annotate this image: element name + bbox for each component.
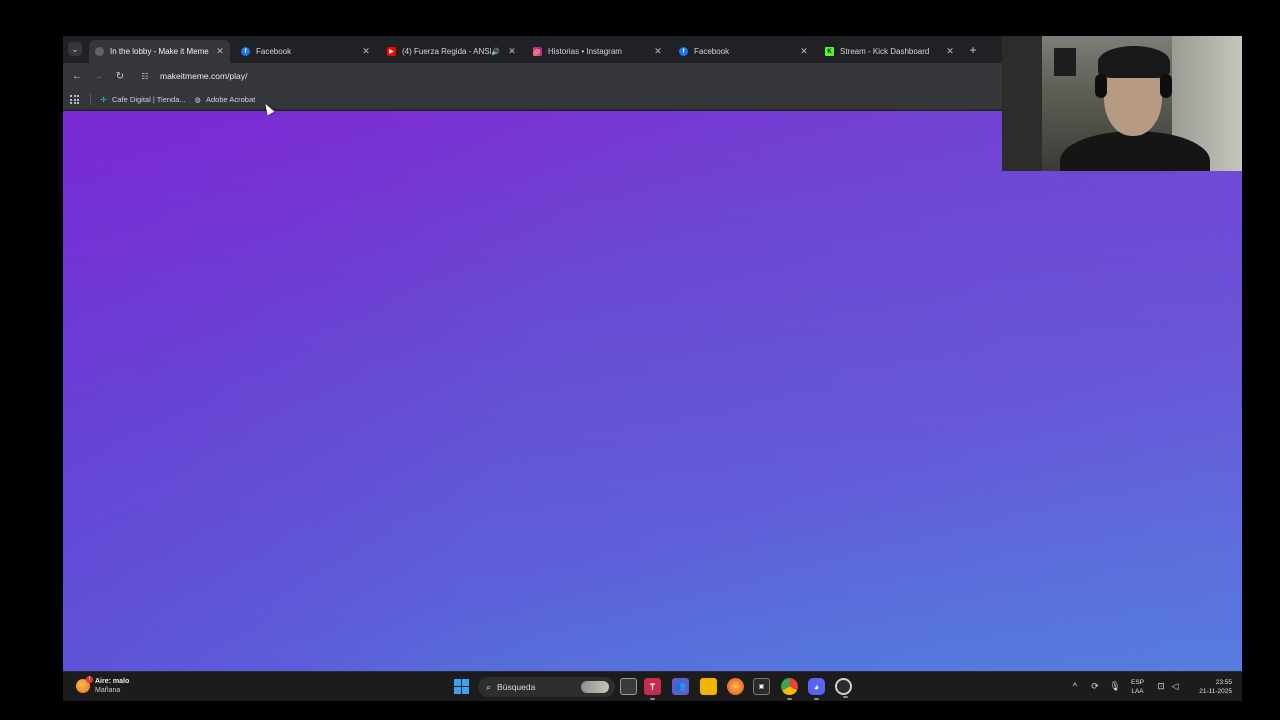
tab-search-button[interactable]: ⌄	[68, 42, 82, 56]
tab-instagram[interactable]: ◎ Historias • Instagram ✕	[527, 40, 668, 63]
weather-icon: !	[76, 676, 93, 693]
back-button[interactable]: ←	[69, 68, 85, 84]
speaker-icon[interactable]: 🔊	[491, 48, 500, 56]
gradient-overlay	[63, 111, 1242, 671]
webcam-overlay	[1002, 36, 1242, 171]
bookmark-adobe-acrobat[interactable]: ◍ Adobe Acrobat	[193, 93, 255, 106]
discord-icon[interactable]: ◕	[808, 678, 825, 700]
address-bar[interactable]: ☷ makeitmeme.com/play/	[138, 67, 998, 85]
cap	[1098, 46, 1170, 78]
kick-icon: K	[825, 47, 834, 56]
cafe-digital-icon: ✣	[100, 96, 107, 104]
plus-icon: +	[969, 43, 977, 57]
adobe-acrobat-icon: ◍	[194, 96, 201, 104]
url-text: makeitmeme.com/play/	[160, 71, 248, 81]
reload-icon: ↻	[115, 70, 125, 82]
microphone-icon[interactable]: 🎙	[1109, 681, 1121, 692]
close-icon[interactable]: ✕	[944, 46, 956, 57]
sync-icon[interactable]: ⟳	[1089, 681, 1101, 692]
bookmark-separator	[90, 94, 91, 105]
facebook-icon: f	[679, 47, 688, 56]
alert-badge: !	[86, 676, 93, 683]
bookmark-label: Adobe Acrobat	[206, 95, 256, 104]
tab-facebook-2[interactable]: f Facebook ✕	[673, 40, 814, 63]
page-viewport[interactable]	[63, 111, 1242, 671]
language-code: ESP	[1131, 679, 1145, 686]
close-icon[interactable]: ✕	[360, 46, 372, 57]
search-highlight-image	[581, 681, 609, 693]
headset-left	[1095, 74, 1107, 98]
bookmarks-bar: ✣ Cafe Digital | Tienda... ◍ Adobe Acrob…	[63, 89, 1002, 110]
forward-button[interactable]: →	[90, 68, 106, 84]
volume-icon[interactable]: ◁	[1169, 681, 1181, 692]
close-icon[interactable]: ✕	[798, 46, 810, 57]
taskbar-search[interactable]: ⌕ Búsqueda	[478, 677, 615, 697]
language-indicator[interactable]: ESP LAA	[1131, 678, 1144, 696]
weather-title: Aire: malo	[95, 678, 130, 685]
close-icon[interactable]: ✕	[652, 46, 664, 57]
background-poster	[1054, 48, 1076, 76]
tab-make-it-meme[interactable]: In the lobby - Make it Meme ✕	[89, 40, 230, 63]
clock-date: 21-11-2025	[1199, 688, 1232, 695]
task-view-icon[interactable]	[620, 678, 637, 695]
close-icon[interactable]: ✕	[214, 46, 226, 57]
weather-widget[interactable]: ! Aire: malo Mañana	[76, 676, 130, 695]
start-button[interactable]	[454, 679, 469, 694]
tab-title: In the lobby - Make it Meme	[110, 47, 209, 56]
tab-kick[interactable]: K Stream - Kick Dashboard ✕	[819, 40, 960, 63]
new-tab-button[interactable]: +	[966, 43, 980, 57]
teams-icon[interactable]: 👥	[672, 678, 689, 695]
search-icon: ⌕	[486, 681, 492, 692]
headset-right	[1160, 74, 1172, 98]
weather-subtitle: Mañana	[95, 687, 121, 694]
terminal-icon[interactable]: ▣	[753, 678, 770, 695]
tab-title: Facebook	[694, 47, 730, 56]
network-icon[interactable]: ⊡	[1155, 681, 1167, 692]
obs-icon[interactable]	[835, 678, 852, 698]
teams-work-icon[interactable]: T	[644, 678, 661, 700]
bookmark-cafe-digital[interactable]: ✣ Cafe Digital | Tienda...	[99, 93, 186, 106]
chrome-icon[interactable]	[781, 678, 798, 700]
background-shelf	[1002, 36, 1042, 171]
make-it-meme-favicon	[95, 47, 104, 56]
browser-toolbar: ← → ↻ ☷ makeitmeme.com/play/	[63, 63, 1002, 89]
arrow-left-icon: ←	[72, 70, 82, 82]
arrow-right-icon: →	[93, 70, 103, 82]
tab-strip: ⌄ In the lobby - Make it Meme ✕ f Facebo…	[63, 36, 1002, 63]
tab-youtube[interactable]: ▶ (4) Fuerza Regida - ANSIED 🔊 ✕	[381, 40, 522, 63]
chevron-up-icon[interactable]: ^	[1069, 681, 1081, 691]
close-icon[interactable]: ✕	[506, 46, 518, 57]
clock-time: 23:55	[1215, 679, 1232, 686]
system-clock[interactable]: 23:55 21-11-2025	[1190, 678, 1232, 696]
chevron-down-icon: ⌄	[71, 43, 79, 54]
keyboard-layout: LAA	[1131, 688, 1144, 695]
tab-title: Facebook	[256, 47, 292, 56]
taskbar: ! Aire: malo Mañana ⌕ Búsqueda T 👥 ▣ ◕ ^…	[63, 671, 1242, 701]
tab-title: (4) Fuerza Regida - ANSIED	[402, 47, 491, 56]
facebook-icon: f	[241, 47, 250, 56]
file-explorer-icon[interactable]	[700, 678, 717, 695]
youtube-icon: ▶	[387, 47, 396, 56]
reload-button[interactable]: ↻	[112, 68, 128, 84]
tab-title: Stream - Kick Dashboard	[840, 47, 930, 56]
site-info-icon[interactable]: ☷	[138, 69, 152, 83]
instagram-icon: ◎	[533, 47, 542, 56]
tab-title: Historias • Instagram	[548, 47, 622, 56]
tab-facebook[interactable]: f Facebook ✕	[235, 40, 376, 63]
search-placeholder: Búsqueda	[497, 682, 536, 692]
bookmark-label: Cafe Digital | Tienda...	[112, 95, 186, 104]
firefox-icon[interactable]	[727, 678, 744, 695]
apps-grid-icon[interactable]	[70, 95, 79, 104]
